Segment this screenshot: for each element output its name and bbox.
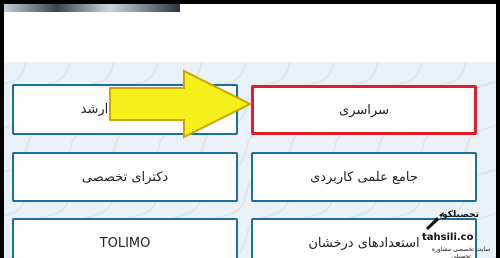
doctora-button[interactable]: دکترای تخصصی [12,152,238,202]
doctora-label: دکترای تخصصی [81,169,169,185]
tolimo-button[interactable]: TOLIMO [12,218,238,258]
watermark-tagline: سایت تخصصی مشاوره تحصیلی [431,246,491,258]
sarasari-button[interactable]: سراسری [251,85,477,135]
top-area [4,4,496,62]
header-image [4,4,180,12]
estedad-derakhshan-label: استعدادهای درخشان [308,235,420,251]
pointer-arrow-icon [109,69,253,139]
jame-elmi-karbordi-button[interactable]: جامع علمی کاربردی [251,152,477,202]
watermark-logo-text: تحصیلکو [442,210,479,220]
tolimo-label: TOLIMO [99,235,151,251]
jame-elmi-karbordi-label: جامع علمی کاربردی [310,169,418,185]
tahsilico-watermark: تحصیلکو tahsili.co سایت تخصصی مشاوره تحص… [422,210,496,258]
screenshot-frame: کارشناسی ارشد سراسری دکترای تخصصی جامع ع… [0,0,500,258]
sarasari-label: سراسری [339,102,389,118]
watermark-domain: tahsili.co [422,232,474,243]
